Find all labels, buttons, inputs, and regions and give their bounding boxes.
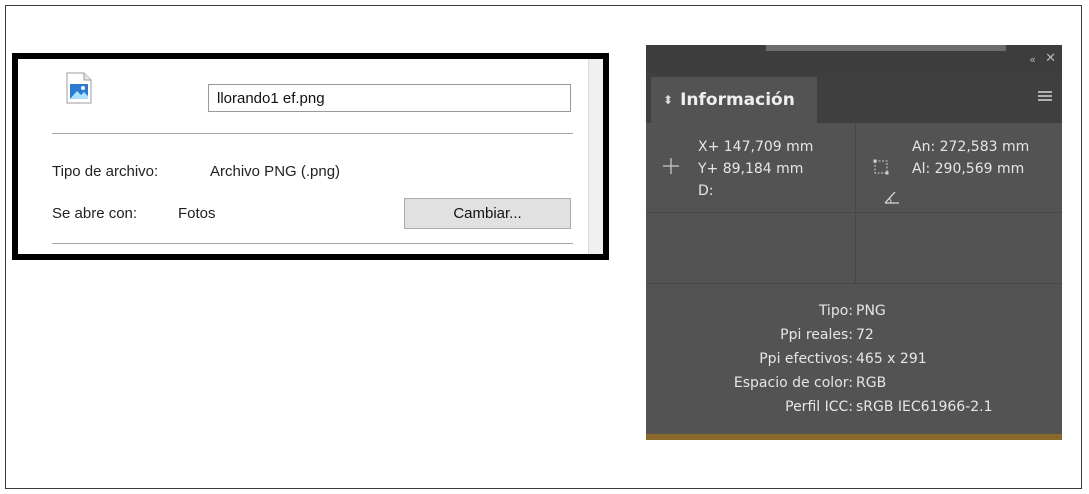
bounding-box-icon	[873, 159, 889, 175]
info-row-effective-ppi: Ppi efectivos: 465 x 291	[646, 351, 1062, 371]
angle-icon	[884, 190, 900, 204]
cell-divider	[855, 123, 856, 283]
x-position: X+ 147,709 mm	[698, 139, 814, 155]
cell-divider	[646, 283, 1062, 284]
row-key: Perfil ICC:	[785, 399, 853, 415]
info-row-icc-profile: Perfil ICC: sRGB IEC61966-2.1	[646, 399, 1062, 419]
divider	[52, 133, 573, 134]
file-name-input[interactable]	[208, 84, 571, 112]
opens-with-label: Se abre con:	[52, 205, 138, 222]
cell-divider	[646, 212, 1062, 213]
background-artwork	[646, 434, 1062, 440]
row-value: 72	[856, 327, 874, 343]
info-panel: « ✕ ⬍ Información X+ 147,709 mm Y+ 89,18…	[646, 45, 1062, 440]
window-edge	[588, 59, 603, 254]
row-value: PNG	[856, 303, 886, 319]
change-app-button[interactable]: Cambiar...	[404, 198, 571, 229]
row-key: Ppi reales:	[780, 327, 853, 343]
distance: D:	[698, 183, 714, 199]
tab-informacion[interactable]: ⬍ Información	[651, 77, 817, 123]
updown-arrows-icon: ⬍	[663, 93, 674, 107]
background-artwork	[766, 45, 1006, 51]
opens-with-value: Fotos	[178, 205, 216, 222]
crosshair-icon	[662, 157, 680, 175]
double-chevron-icon[interactable]: «	[1029, 53, 1036, 66]
info-row-type: Tipo: PNG	[646, 303, 1062, 323]
row-key: Espacio de color:	[733, 375, 853, 391]
row-key: Tipo:	[818, 303, 853, 319]
panel-menu-icon[interactable]	[1038, 91, 1052, 101]
close-icon[interactable]: ✕	[1045, 51, 1056, 66]
row-key: Ppi efectivos:	[759, 351, 853, 367]
png-file-icon	[66, 72, 92, 104]
info-row-color-space: Espacio de color: RGB	[646, 375, 1062, 395]
info-row-actual-ppi: Ppi reales: 72	[646, 327, 1062, 347]
row-value: 465 x 291	[856, 351, 927, 367]
height-value: Al: 290,569 mm	[912, 161, 1025, 177]
panel-tab-bar: ⬍ Información	[646, 73, 1062, 123]
tab-title: Información	[680, 90, 795, 110]
file-properties-panel: Tipo de archivo: Archivo PNG (.png) Se a…	[12, 53, 609, 260]
row-value: sRGB IEC61966-2.1	[856, 399, 993, 415]
divider	[52, 243, 573, 244]
file-type-value: Archivo PNG (.png)	[210, 163, 341, 180]
panel-header-strip: « ✕	[646, 45, 1062, 73]
width-value: An: 272,583 mm	[912, 139, 1030, 155]
y-position: Y+ 89,184 mm	[698, 161, 804, 177]
row-value: RGB	[856, 375, 887, 391]
file-type-label: Tipo de archivo:	[52, 163, 159, 180]
